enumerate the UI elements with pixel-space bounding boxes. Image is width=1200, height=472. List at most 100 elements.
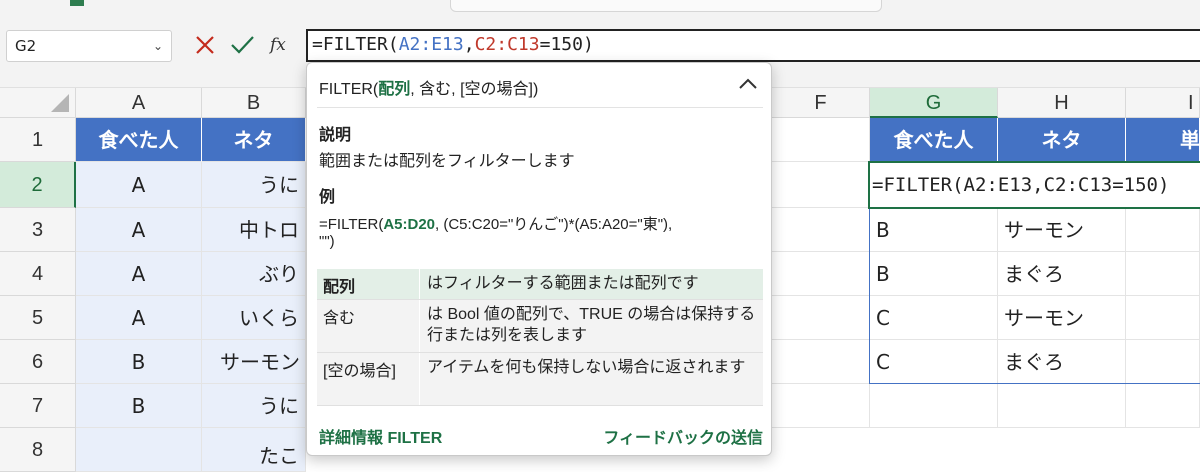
row-header-8[interactable]: 8: [0, 428, 76, 472]
description-text: 範囲または配列をフィルターします: [319, 153, 575, 170]
table-cell[interactable]: うに: [202, 162, 306, 208]
result-cell[interactable]: サーモン: [998, 208, 1126, 252]
name-box[interactable]: G2 ⌄: [6, 30, 172, 62]
chevron-down-icon[interactable]: ⌄: [153, 31, 163, 61]
table-cell[interactable]: B: [76, 340, 202, 384]
result-cell[interactable]: サーモン: [998, 296, 1126, 340]
more-info-link[interactable]: 詳細情報 FILTER: [319, 424, 442, 448]
table-cell[interactable]: [870, 384, 998, 428]
argument-desc: は Bool 値の配列で、TRUE の場合は保持する行または列を表します: [427, 306, 756, 344]
table-cell[interactable]: A: [76, 208, 202, 252]
result-header-cell[interactable]: ネタ: [998, 118, 1126, 162]
argument-row: [空の場合] アイテムを何も保持しない場合に返されます: [317, 353, 763, 406]
active-cell-g2[interactable]: =FILTER(A2:E13,C2:C13=150): [868, 161, 1200, 209]
cancel-x-icon[interactable]: [192, 30, 218, 58]
table-cell[interactable]: [772, 340, 870, 384]
table-cell[interactable]: サーモン: [202, 340, 306, 384]
result-cell[interactable]: [1126, 340, 1200, 384]
table-cell[interactable]: [772, 118, 870, 162]
result-cell[interactable]: B: [870, 252, 998, 296]
select-all-corner[interactable]: [0, 88, 76, 118]
column-header-g[interactable]: G: [870, 88, 998, 118]
formula-part: ,: [463, 34, 475, 55]
column-header-i[interactable]: I: [1126, 88, 1200, 118]
search-box-edge[interactable]: [450, 0, 882, 12]
result-cell[interactable]: [1126, 252, 1200, 296]
formula-criteria-ref: C2:C13: [474, 34, 540, 55]
divider: [419, 269, 420, 299]
table-cell[interactable]: [1126, 384, 1200, 428]
formula-input[interactable]: =FILTER(A2:E13,C2:C13=150): [306, 29, 1200, 62]
example-formula: =FILTER(A5:D20, (C5:C20="りんご")*(A5:A20="…: [319, 213, 672, 234]
row-header-5[interactable]: 5: [0, 296, 76, 340]
result-cell[interactable]: C: [870, 296, 998, 340]
table-cell[interactable]: たこ: [202, 428, 306, 472]
table-cell[interactable]: [772, 162, 870, 208]
insert-function-icon[interactable]: fx: [270, 32, 296, 58]
table-cell[interactable]: [998, 384, 1126, 428]
formula-range-ref: A2:E13: [398, 34, 464, 55]
chevron-up-icon[interactable]: [735, 71, 761, 97]
column-header-a[interactable]: A: [76, 88, 202, 118]
enter-check-icon[interactable]: [228, 30, 256, 58]
divider: [419, 300, 420, 352]
example-formula-line2: ""): [319, 233, 335, 250]
row-header-4[interactable]: 4: [0, 252, 76, 296]
result-header-cell[interactable]: 食べた人: [870, 118, 998, 162]
result-cell[interactable]: [1126, 208, 1200, 252]
function-tooltip: FILTER(配列, 含む, [空の場合]) 説明 範囲または配列をフィルターし…: [306, 62, 772, 456]
function-signature[interactable]: FILTER(配列, 含む, [空の場合]): [319, 75, 739, 98]
table-cell[interactable]: ぶり: [202, 252, 306, 296]
argument-row: 配列 はフィルターする範囲または配列です: [317, 269, 763, 300]
row-header-7[interactable]: 7: [0, 384, 76, 428]
result-header-cell[interactable]: 単価: [1126, 118, 1200, 162]
argument-row: 含む は Bool 値の配列で、TRUE の場合は保持する行または列を表します: [317, 300, 763, 353]
table-cell[interactable]: うに: [202, 384, 306, 428]
table-cell[interactable]: [772, 252, 870, 296]
result-cell[interactable]: まぐろ: [998, 340, 1126, 384]
app-accent-mark: [70, 0, 84, 6]
table-cell[interactable]: 中トロ: [202, 208, 306, 252]
table-cell[interactable]: A: [76, 296, 202, 340]
result-cell[interactable]: B: [870, 208, 998, 252]
example-part: =FILTER(: [319, 216, 384, 233]
example-heading: 例: [319, 189, 336, 206]
send-feedback-link[interactable]: フィードバックの送信: [581, 424, 763, 448]
description-heading: 説明: [319, 127, 352, 144]
row-header-2[interactable]: 2: [0, 162, 76, 208]
argument-name: [空の場合]: [323, 363, 396, 380]
formula-part: =150): [539, 34, 594, 55]
result-cell[interactable]: まぐろ: [998, 252, 1126, 296]
table-header-cell[interactable]: 食べた人: [76, 118, 202, 162]
table-cell[interactable]: いくら: [202, 296, 306, 340]
argument-desc: はフィルターする範囲または配列です: [427, 275, 699, 292]
example-bold-ref: A5:D20: [383, 216, 436, 233]
example-part: , (C5:C20="りんご")*(A5:A20="東"),: [435, 216, 673, 233]
table-cell[interactable]: B: [76, 384, 202, 428]
divider: [419, 353, 420, 405]
table-cell[interactable]: [772, 296, 870, 340]
table-header-cell[interactable]: ネタ: [202, 118, 306, 162]
argument-name: 含む: [323, 310, 356, 327]
name-box-value: G2: [15, 37, 37, 55]
row-header-6[interactable]: 6: [0, 340, 76, 384]
divider: [317, 107, 763, 108]
signature-rest: , 含む, [空の場合]): [410, 81, 539, 98]
table-cell[interactable]: [772, 384, 870, 428]
signature-current-arg: 配列: [378, 81, 411, 98]
argument-name: 配列: [323, 279, 356, 296]
argument-desc: アイテムを何も保持しない場合に返されます: [427, 359, 746, 376]
table-cell[interactable]: [76, 428, 202, 472]
row-header-3[interactable]: 3: [0, 208, 76, 252]
column-header-f[interactable]: F: [772, 88, 870, 118]
formula-part: =FILTER(: [312, 34, 399, 55]
result-cell[interactable]: [1126, 296, 1200, 340]
table-cell[interactable]: A: [76, 162, 202, 208]
column-header-b[interactable]: B: [202, 88, 306, 118]
column-header-h[interactable]: H: [998, 88, 1126, 118]
row-header-1[interactable]: 1: [0, 118, 76, 162]
result-cell[interactable]: C: [870, 340, 998, 384]
signature-name: FILTER(: [319, 81, 379, 98]
table-cell[interactable]: [772, 208, 870, 252]
table-cell[interactable]: A: [76, 252, 202, 296]
